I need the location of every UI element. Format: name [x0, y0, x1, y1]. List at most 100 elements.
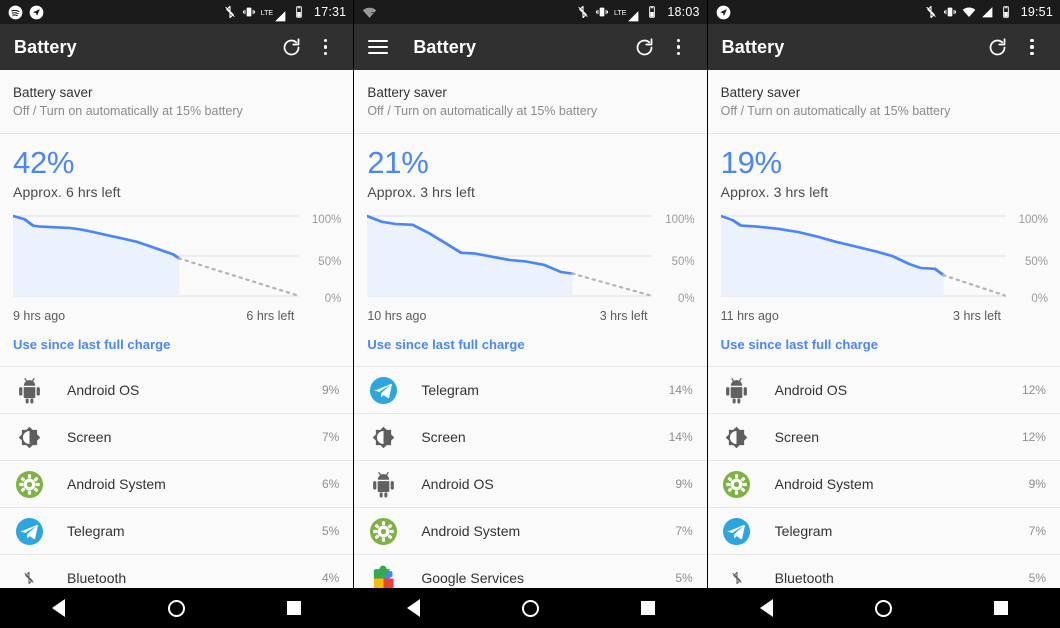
- overflow-menu-button[interactable]: [662, 27, 696, 67]
- app-row[interactable]: Telegram 14%: [354, 367, 707, 414]
- app-row[interactable]: Screen 7%: [0, 414, 354, 461]
- chart-start-label: 11 hrs ago: [720, 309, 779, 323]
- telegram-icon: [15, 517, 44, 546]
- battery-history-chart[interactable]: 100% 50% 0%: [708, 200, 1060, 305]
- back-button[interactable]: [383, 588, 443, 628]
- app-name: Screen: [774, 429, 820, 445]
- app-battery-list: Android OS 12% Screen 12% Android System 9% Te…: [707, 366, 1060, 602]
- recents-icon: [640, 601, 655, 615]
- vibrate-icon: [595, 5, 609, 19]
- system-navigation-bar: [0, 588, 354, 628]
- y-tick-100: 100%: [1018, 214, 1048, 226]
- battery-percentage: 42%: [13, 145, 75, 180]
- recents-button[interactable]: [264, 588, 324, 628]
- use-since-last-full-charge-link[interactable]: Use since last full charge: [13, 337, 170, 352]
- telegram-icon: [722, 517, 751, 546]
- use-since-last-full-charge-link[interactable]: Use since last full charge: [367, 337, 524, 352]
- app-battery-percent: 5%: [321, 524, 340, 538]
- page-title: Battery: [14, 36, 77, 57]
- app-toolbar: Battery: [0, 24, 354, 70]
- battery-icon: [999, 5, 1013, 19]
- wifi-question-icon: ?: [362, 5, 377, 20]
- use-since-charge-row: Use since last full charge: [354, 323, 706, 366]
- app-battery-percent: 14%: [668, 430, 693, 444]
- app-battery-percent: 9%: [1028, 477, 1046, 491]
- app-row[interactable]: Android System 6%: [0, 461, 354, 508]
- svg-text:?: ?: [371, 11, 375, 18]
- battery-saver-status: Off / Turn on automatically at 15% batte…: [720, 104, 951, 118]
- app-battery-percent: 7%: [321, 430, 340, 444]
- back-button[interactable]: [29, 588, 89, 628]
- app-row[interactable]: Screen 14%: [354, 414, 707, 461]
- app-name: Bluetooth: [774, 570, 834, 586]
- bluetooth-icon: [576, 5, 590, 19]
- battery-time-remaining: Approx. 3 hrs left: [720, 184, 829, 200]
- android-os-icon: [722, 376, 751, 405]
- battery-icon: [645, 5, 659, 19]
- y-tick-100: 100%: [311, 214, 342, 226]
- recents-button[interactable]: [618, 588, 678, 628]
- battery-saver-status: Off / Turn on automatically at 15% batte…: [13, 104, 243, 118]
- app-name: Screen: [67, 429, 112, 445]
- y-tick-50: 50%: [671, 256, 695, 268]
- refresh-button[interactable]: [981, 27, 1015, 67]
- battery-saver-setting[interactable]: Battery saver Off / Turn on automatically…: [354, 70, 707, 134]
- back-icon: [759, 599, 773, 617]
- battery-history-chart[interactable]: 100% 50% 0%: [0, 200, 353, 305]
- recents-button[interactable]: [971, 588, 1031, 628]
- battery-content: Battery saver Off / Turn on automatically…: [354, 70, 707, 628]
- app-name: Telegram: [67, 523, 125, 539]
- battery-chart-plot: [720, 212, 1006, 304]
- use-since-last-full-charge-link[interactable]: Use since last full charge: [721, 337, 878, 352]
- app-row[interactable]: Telegram 7%: [707, 508, 1060, 555]
- app-row[interactable]: Android OS 12%: [707, 367, 1060, 414]
- app-name: Telegram: [421, 382, 479, 398]
- menu-icon[interactable]: [368, 40, 389, 54]
- use-since-charge-row: Use since last full charge: [0, 323, 353, 366]
- battery-content: Battery saver Off / Turn on automatically…: [0, 70, 354, 628]
- clock: 18:03: [667, 5, 700, 19]
- overflow-menu-button[interactable]: [308, 27, 342, 67]
- battery-status-block: 19% Approx. 3 hrs left: [708, 134, 1060, 200]
- app-name: Screen: [421, 429, 466, 445]
- system-navigation-bar: [354, 588, 707, 628]
- status-bar-system-icons: 19:51: [924, 5, 1053, 19]
- app-battery-percent: 6%: [321, 477, 340, 491]
- chart-end-label: 3 hrs left: [953, 309, 1001, 323]
- screen-brightness-icon: [369, 423, 398, 452]
- bluetooth-icon: [223, 5, 237, 19]
- overflow-menu-button[interactable]: [1015, 27, 1049, 67]
- device-screen-3: 19:51 Battery Battery saver Off / Turn on a…: [706, 0, 1060, 628]
- app-row[interactable]: Android OS 9%: [354, 461, 707, 508]
- spotify-icon: [8, 5, 23, 20]
- location-icon: [29, 5, 44, 20]
- home-icon: [168, 599, 186, 617]
- device-screen-2: ? LTE 18:03 Battery Battery saver Off / Turn …: [353, 0, 707, 628]
- system-navigation-bar: [707, 588, 1060, 628]
- battery-percentage: 21%: [367, 145, 429, 180]
- refresh-button[interactable]: [274, 27, 308, 67]
- battery-saver-setting[interactable]: Battery saver Off / Turn on automatically…: [707, 70, 1060, 134]
- app-battery-percent: 9%: [321, 383, 340, 397]
- app-row[interactable]: Android System 7%: [354, 508, 707, 555]
- app-battery-percent: 5%: [1028, 571, 1046, 585]
- home-button[interactable]: [854, 588, 914, 628]
- overflow-menu-icon: [676, 38, 681, 56]
- battery-content: Battery saver Off / Turn on automatically…: [707, 70, 1060, 628]
- app-row[interactable]: Screen 12%: [707, 414, 1060, 461]
- app-row[interactable]: Android System 9%: [707, 461, 1060, 508]
- overflow-menu-icon: [323, 38, 328, 56]
- app-row[interactable]: Android OS 9%: [0, 367, 354, 414]
- y-tick-0: 0%: [678, 293, 695, 305]
- back-button[interactable]: [736, 588, 796, 628]
- app-battery-percent: 4%: [321, 571, 340, 585]
- home-button[interactable]: [147, 588, 207, 628]
- chart-start-label: 9 hrs ago: [13, 309, 66, 323]
- app-row[interactable]: Telegram 5%: [0, 508, 354, 555]
- home-button[interactable]: [500, 588, 560, 628]
- battery-saver-setting[interactable]: Battery saver Off / Turn on automatically…: [0, 70, 354, 134]
- refresh-button[interactable]: [628, 27, 662, 67]
- chart-y-axis: 100% 50% 0%: [299, 212, 345, 305]
- battery-history-chart[interactable]: 100% 50% 0%: [354, 200, 706, 305]
- signal-icon: [981, 6, 994, 19]
